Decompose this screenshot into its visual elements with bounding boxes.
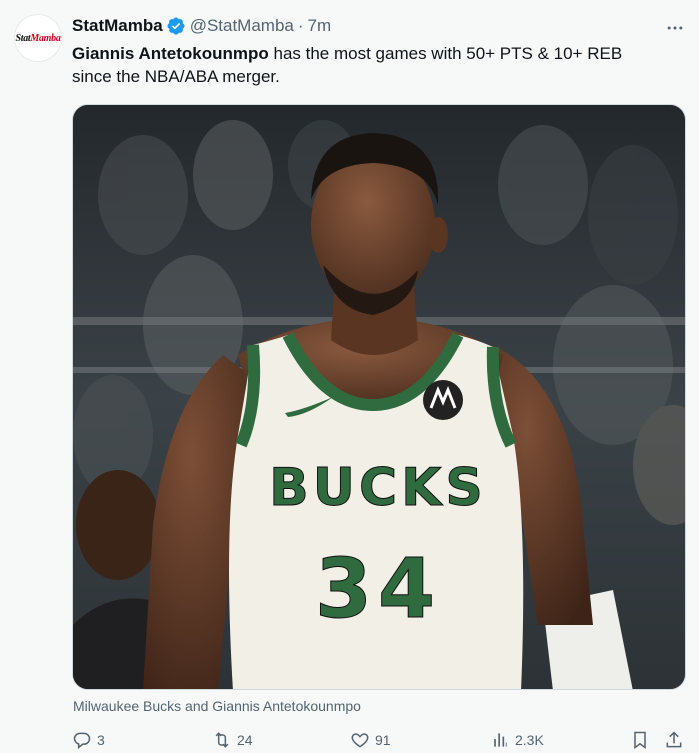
player-photo-illustration: BUCKS 34 [73, 105, 685, 689]
views-button[interactable]: 2.3K [490, 730, 544, 750]
jersey-number: 34 [315, 542, 441, 637]
reply-icon [73, 732, 91, 750]
header-separator: · [297, 16, 304, 35]
author-name[interactable]: StatMamba [72, 16, 163, 36]
tweet-text-bold: Giannis Antetokounmpo [72, 44, 269, 63]
tweet-text-line-2: since the NBA/ABA merger. [72, 67, 280, 86]
verified-badge-icon[interactable] [166, 16, 186, 36]
retweet-button[interactable]: 24 [212, 730, 253, 750]
avatar-logo: StatMamba [15, 32, 61, 44]
action-bar: 3 24 91 2.3K [72, 730, 686, 753]
views-chart-icon [494, 733, 507, 747]
jersey-text: BUCKS [269, 458, 487, 518]
tweet-timestamp[interactable]: 7m [308, 16, 332, 36]
retweet-icon [215, 732, 229, 748]
reply-button[interactable]: 3 [72, 730, 105, 750]
bookmark-button[interactable] [630, 730, 650, 750]
share-button[interactable] [664, 730, 684, 750]
tweet[interactable]: StatMamba StatMamba @StatMamba · 7m Gian… [0, 0, 699, 753]
view-count: 2.3K [515, 732, 544, 748]
more-options-icon[interactable] [665, 18, 685, 38]
tweet-text-line-1: Giannis Antetokounmpo has the most games… [72, 42, 682, 65]
photo-caption: Milwaukee Bucks and Giannis Antetokounmp… [73, 698, 361, 714]
tweet-photo[interactable]: BUCKS 34 [72, 104, 686, 690]
bookmark-icon [634, 731, 646, 749]
share-icon [666, 731, 682, 748]
avatar[interactable]: StatMamba [14, 14, 62, 62]
author-handle[interactable]: @StatMamba [190, 16, 294, 36]
tweet-header: StatMamba @StatMamba · 7m [72, 15, 331, 37]
like-button[interactable]: 91 [350, 730, 391, 750]
reply-count: 3 [97, 732, 105, 748]
retweet-count: 24 [237, 732, 253, 748]
like-count: 91 [375, 732, 391, 748]
tweet-text-rest: has the most games with 50+ PTS & 10+ RE… [268, 44, 623, 63]
heart-icon [351, 733, 369, 748]
tweet-text: Giannis Antetokounmpo has the most games… [72, 42, 682, 88]
